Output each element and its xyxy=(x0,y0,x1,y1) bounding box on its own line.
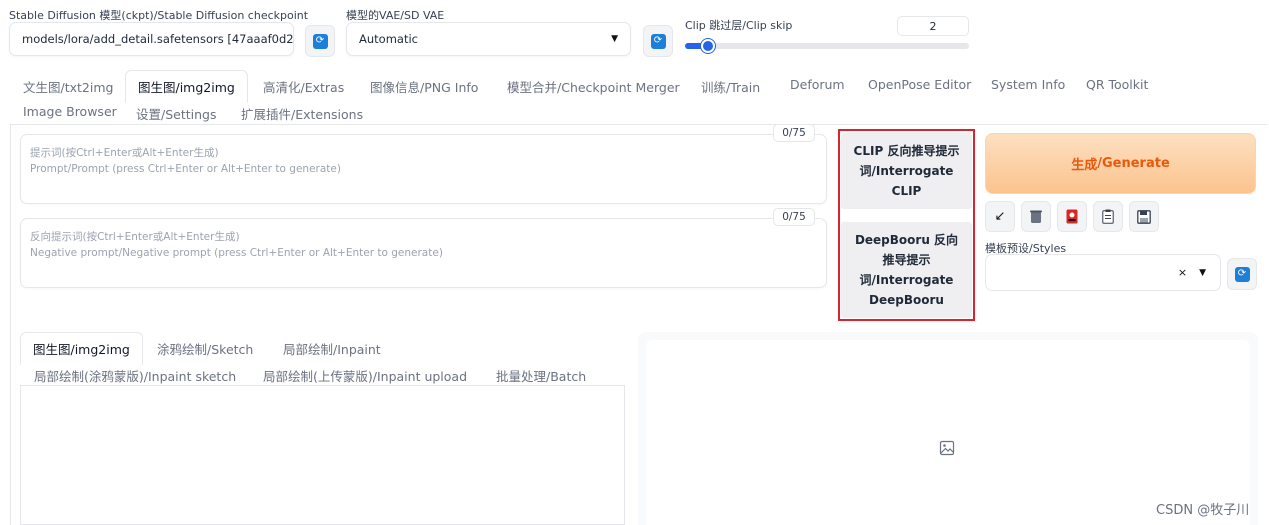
tab-qr-toolkit[interactable]: QR Toolkit xyxy=(1086,77,1148,92)
refresh-checkpoint-button[interactable]: ⟳ xyxy=(305,25,335,57)
checkpoint-value: models/lora/add_detail.safetensors [47aa… xyxy=(22,32,294,46)
clip-skip-number-input[interactable]: 2 xyxy=(897,16,969,36)
save-style-button[interactable] xyxy=(1129,201,1159,232)
subtab-batch[interactable]: 批量处理/Batch xyxy=(496,366,586,385)
subtab-inpaint-upload[interactable]: 局部绘制(上传蒙版)/Inpaint upload xyxy=(263,366,467,385)
negative-prompt-textarea[interactable]: 反向提示词(按Ctrl+Enter或Alt+Enter生成) Negative … xyxy=(20,218,827,288)
watermark: CSDN @牧子川 xyxy=(1156,503,1250,518)
generate-label-en: /Generate xyxy=(1097,156,1170,171)
vae-value: Automatic xyxy=(359,32,418,46)
prompt-placeholder-en: Prompt/Prompt (press Ctrl+Enter or Alt+E… xyxy=(30,163,341,175)
clip-skip-slider-track[interactable] xyxy=(685,43,969,49)
tab-extensions[interactable]: 扩展插件/Extensions xyxy=(241,104,363,123)
subtab-inpaint[interactable]: 局部绘制/Inpaint xyxy=(283,339,381,358)
generate-button[interactable]: 生成/Generate xyxy=(985,133,1256,194)
tab-extras[interactable]: 高清化/Extras xyxy=(263,77,344,96)
refresh-styles-button[interactable]: ⟳ xyxy=(1227,258,1257,290)
refresh-icon: ⟳ xyxy=(1234,266,1250,282)
interrogate-deepbooru-button[interactable]: DeepBooru 反向推导提示词/Interrogate DeepBooru xyxy=(841,222,972,318)
checkpoint-label: Stable Diffusion 模型(ckpt)/Stable Diffusi… xyxy=(9,9,309,22)
vae-label: 模型的VAE/SD VAE xyxy=(346,9,445,22)
tab-txt2img[interactable]: 文生图/txt2img xyxy=(23,77,113,96)
negative-prompt-placeholder-cn: 反向提示词(按Ctrl+Enter或Alt+Enter生成) xyxy=(30,231,240,243)
save-icon xyxy=(1137,209,1151,224)
tab-image-browser[interactable]: Image Browser xyxy=(23,104,117,119)
checkpoint-select[interactable]: models/lora/add_detail.safetensors [47aa… xyxy=(9,22,294,56)
refresh-icon: ⟳ xyxy=(312,33,328,49)
prompt-token-counter: 0/75 xyxy=(773,124,815,142)
clear-prompt-button[interactable] xyxy=(1021,201,1051,232)
negative-prompt-token-counter: 0/75 xyxy=(773,208,815,226)
panel-left-border xyxy=(10,124,11,525)
image-upload-area[interactable] xyxy=(20,386,625,525)
tab-divider xyxy=(10,124,1267,125)
arrow-icon: ↙ xyxy=(994,209,1006,224)
generate-label-cn: 生成 xyxy=(1071,158,1098,173)
tab-checkpoint-merger[interactable]: 模型合并/Checkpoint Merger xyxy=(507,77,680,96)
prompt-textarea[interactable]: 提示词(按Ctrl+Enter或Alt+Enter生成) Prompt/Prom… xyxy=(20,134,827,204)
tab-deforum[interactable]: Deforum xyxy=(790,77,845,92)
clipboard-icon xyxy=(1102,209,1114,224)
extra-networks-button[interactable] xyxy=(1057,201,1087,232)
output-gallery xyxy=(646,340,1250,525)
prompt-placeholder-cn: 提示词(按Ctrl+Enter或Alt+Enter生成) xyxy=(30,147,219,159)
subtab-inpaint-sketch[interactable]: 局部绘制(涂鸦蒙版)/Inpaint sketch xyxy=(34,366,236,385)
tab-settings[interactable]: 设置/Settings xyxy=(136,104,216,123)
negative-prompt-placeholder-en: Negative prompt/Negative prompt (press C… xyxy=(30,247,443,259)
chevron-down-icon: ▼ xyxy=(611,34,618,44)
red-card-icon xyxy=(1066,209,1078,224)
tab-png-info[interactable]: 图像信息/PNG Info xyxy=(370,77,478,96)
subtab-sketch[interactable]: 涂鸦绘制/Sketch xyxy=(157,339,253,358)
read-params-button[interactable]: ↙ xyxy=(985,201,1015,232)
chevron-down-icon: ▼ xyxy=(1199,267,1206,278)
interrogate-clip-button[interactable]: CLIP 反向推导提示词/Interrogate CLIP xyxy=(841,133,972,209)
clear-icon[interactable]: × xyxy=(1178,266,1187,279)
tab-img2img[interactable]: 图生图/img2img xyxy=(125,70,248,103)
image-placeholder-icon xyxy=(939,440,955,456)
clip-skip-slider-thumb[interactable] xyxy=(701,39,715,53)
clip-skip-label: Clip 跳过层/Clip skip xyxy=(685,19,793,32)
tab-system-info[interactable]: System Info xyxy=(991,77,1065,92)
apply-style-button[interactable] xyxy=(1093,201,1123,232)
refresh-icon: ⟳ xyxy=(650,33,666,49)
vae-select[interactable]: Automatic ▼ xyxy=(346,22,631,56)
styles-select[interactable]: × ▼ xyxy=(985,254,1221,291)
trash-icon xyxy=(1030,210,1042,223)
refresh-vae-button[interactable]: ⟳ xyxy=(643,25,673,57)
tab-train[interactable]: 训练/Train xyxy=(701,77,760,96)
tab-openpose-editor[interactable]: OpenPose Editor xyxy=(868,77,971,92)
subtab-img2img[interactable]: 图生图/img2img xyxy=(20,332,143,365)
